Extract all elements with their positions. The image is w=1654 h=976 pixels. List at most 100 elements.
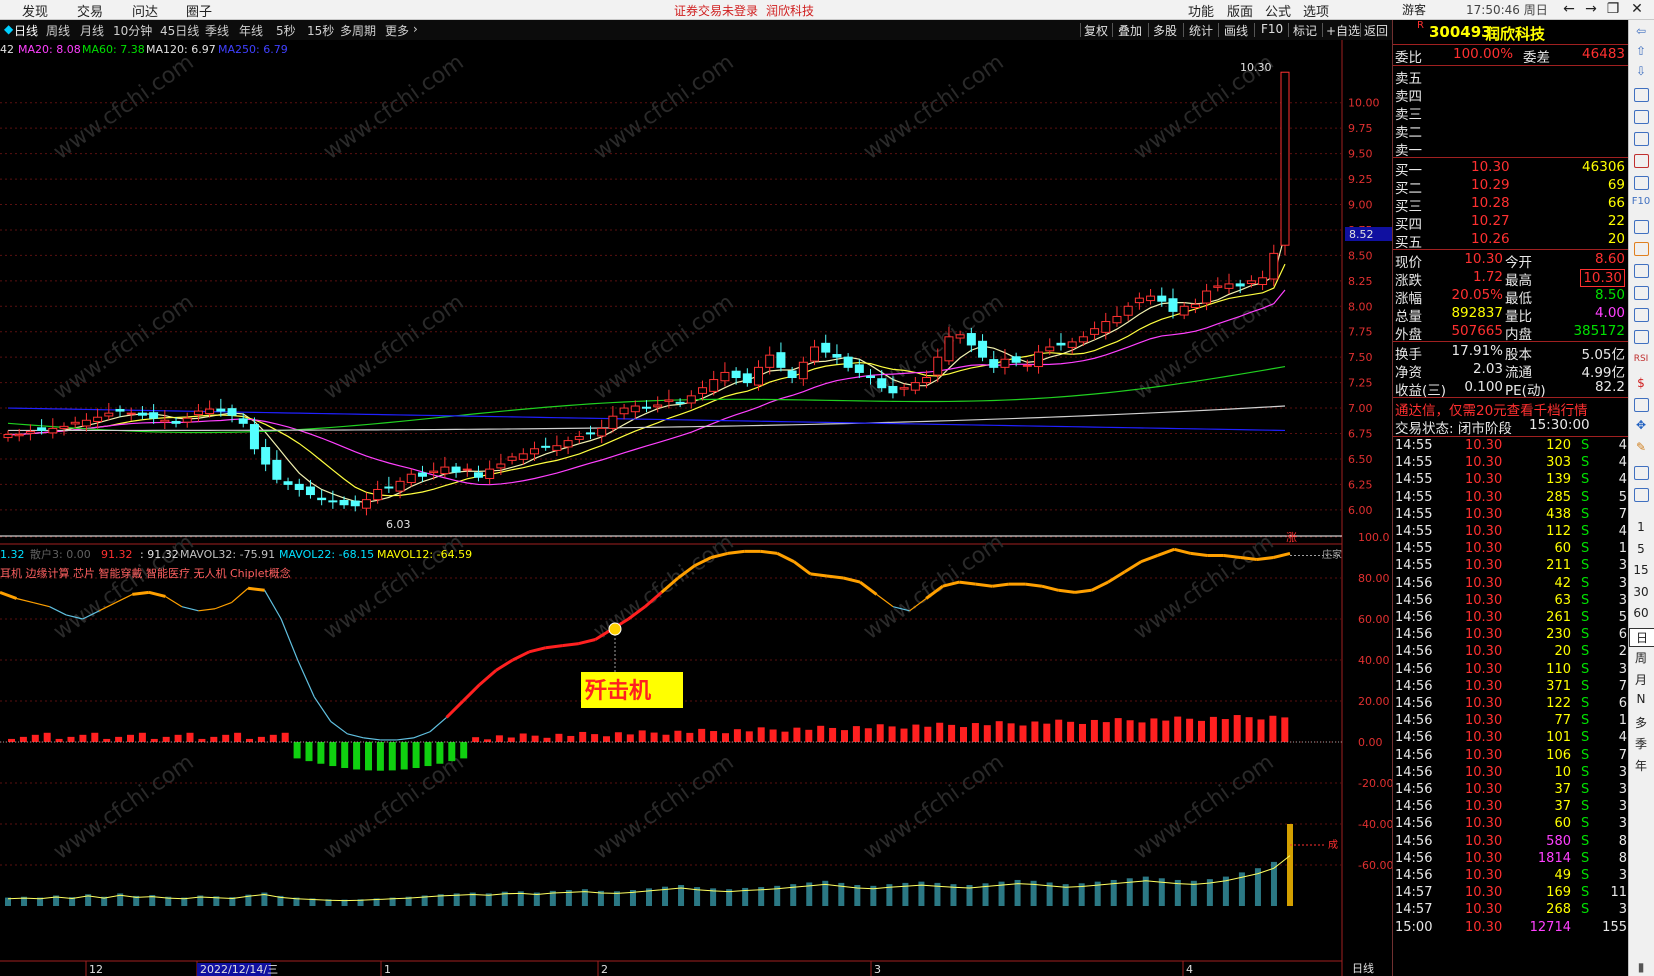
candle-body: [821, 342, 831, 353]
kline-chart[interactable]: www.cfchi.com www.cfchi.com www.cfchi.com w…: [0, 40, 1392, 976]
sidebar-period-8[interactable]: 周: [1629, 649, 1653, 666]
period-10min[interactable]: 10分钟: [113, 22, 152, 39]
hot-icon[interactable]: [1634, 242, 1649, 256]
indicator-bar: [317, 742, 325, 764]
list-icon[interactable]: [1634, 88, 1649, 102]
arrow-up-icon[interactable]: ⇧: [1629, 44, 1653, 58]
vol-legend-g: MAVOL12: -64.59: [377, 548, 472, 561]
bottom-period-label[interactable]: 日线: [1352, 961, 1374, 975]
menu-function[interactable]: 功能: [1188, 1, 1214, 20]
table-icon[interactable]: [1634, 110, 1649, 124]
sidebar-period-2[interactable]: 1: [1629, 520, 1653, 534]
forward-arrow-icon[interactable]: →: [1580, 0, 1602, 18]
arrow-down-icon[interactable]: ⇩: [1629, 64, 1653, 78]
calc-icon[interactable]: [1634, 286, 1649, 300]
sidebar-period-4[interactable]: 15: [1629, 563, 1653, 577]
sidebar-period-13[interactable]: 年: [1629, 757, 1653, 774]
stat-value: 4.00: [1594, 305, 1625, 321]
login-notice[interactable]: 证券交易未登录: [674, 2, 758, 19]
sidebar-period-9[interactable]: 月: [1629, 671, 1653, 688]
chart-icon[interactable]: [1634, 132, 1649, 146]
sidebar-period-12[interactable]: 季: [1629, 735, 1653, 752]
tick-count: 6: [1618, 696, 1627, 711]
sidebar-period-6[interactable]: 60: [1629, 606, 1653, 620]
tool-add-watchlist[interactable]: +自选: [1326, 22, 1360, 39]
sidebar-period-7[interactable]: 日: [1629, 627, 1654, 647]
menu-layout[interactable]: 版面: [1227, 1, 1253, 20]
indicator-bar: [1162, 720, 1170, 742]
grid-icon[interactable]: [1634, 398, 1649, 412]
candle-body: [272, 459, 282, 480]
user-label[interactable]: 游客: [1402, 1, 1426, 18]
period-daily[interactable]: 日线: [14, 22, 38, 39]
menu-discover[interactable]: 发现: [22, 1, 48, 20]
candle-body: [361, 499, 371, 509]
tool-adjust[interactable]: 复权: [1084, 22, 1108, 39]
close-window-icon[interactable]: ✕: [1626, 0, 1648, 18]
panel-icon[interactable]: [1634, 488, 1649, 502]
indicator-line-seg: [1256, 556, 1274, 562]
period-year[interactable]: 年线: [239, 22, 263, 39]
arrow-left-icon[interactable]: ⇦: [1629, 24, 1653, 38]
tool-f10[interactable]: F10: [1261, 22, 1283, 36]
period-5sec[interactable]: 5秒: [276, 22, 296, 39]
tick-price: 10.30: [1465, 764, 1503, 780]
ad-row[interactable]: 通达信，仅需20元查看千档行情: [1393, 399, 1629, 419]
news-icon[interactable]: [1634, 220, 1649, 234]
tick-time: 14:56: [1395, 575, 1433, 591]
chevron-right-icon[interactable]: ›: [413, 22, 418, 36]
period-15sec[interactable]: 15秒: [307, 22, 334, 39]
indicator-bar: [1102, 722, 1110, 742]
tool-multi-stock[interactable]: 多股: [1153, 22, 1177, 39]
restore-window-icon[interactable]: ❐: [1602, 0, 1624, 18]
tool-stats[interactable]: 统计: [1189, 22, 1213, 39]
tool-overlay[interactable]: 叠加: [1118, 22, 1142, 39]
doc-icon[interactable]: [1634, 176, 1649, 190]
indicator-bar: [495, 735, 503, 742]
zoom-icon[interactable]: [1634, 264, 1649, 278]
period-45day[interactable]: 45日线: [160, 22, 199, 39]
indicator-bar: [829, 727, 837, 742]
tick-volume: 580: [1546, 833, 1571, 849]
menu-circle[interactable]: 圈子: [186, 1, 212, 20]
sidebar-period-10[interactable]: N: [1629, 692, 1653, 706]
candle-body: [787, 370, 797, 379]
period-more[interactable]: 更多: [385, 22, 409, 39]
pencil-icon[interactable]: ✎: [1629, 440, 1653, 454]
period-quarter[interactable]: 季线: [205, 22, 229, 39]
candle-body: [664, 399, 674, 402]
scrollbar-handle[interactable]: ▮: [1629, 960, 1653, 974]
sidebar-rsi[interactable]: RSI: [1629, 354, 1653, 364]
period-weekly[interactable]: 周线: [46, 22, 70, 39]
fs-icon[interactable]: [1634, 466, 1649, 480]
dollar-icon[interactable]: $: [1629, 376, 1653, 390]
sidebar-period-11[interactable]: 多: [1629, 714, 1653, 731]
move-icon[interactable]: ✥: [1629, 418, 1653, 432]
candle-body: [1123, 305, 1133, 316]
tick-side: S: [1581, 902, 1590, 918]
back-arrow-icon[interactable]: ←: [1558, 0, 1580, 18]
candle-body: [810, 346, 820, 362]
kline-icon[interactable]: [1634, 154, 1649, 168]
period-multi[interactable]: 多周期: [340, 22, 376, 39]
ad-text[interactable]: 通达信，仅需20元查看千档行情: [1395, 399, 1588, 419]
menu-formula[interactable]: 公式: [1265, 1, 1291, 20]
sidebar-period-3[interactable]: 5: [1629, 542, 1653, 556]
candle-body: [115, 408, 125, 412]
tool-mark[interactable]: 标记: [1293, 22, 1317, 39]
sidebar-f10[interactable]: F10: [1629, 196, 1653, 207]
stat-row: 涨幅 20.05% 最低 8.50: [1393, 287, 1629, 307]
sidebar-period-5[interactable]: 30: [1629, 585, 1653, 599]
period-monthly[interactable]: 月线: [80, 22, 104, 39]
menu-options[interactable]: 选项: [1303, 1, 1329, 20]
candle-body: [574, 436, 584, 440]
menu-wenda[interactable]: 问达: [132, 1, 158, 20]
tick-count: 7: [1618, 678, 1627, 694]
circle-icon[interactable]: [1634, 308, 1649, 322]
trend-icon[interactable]: [1634, 330, 1649, 344]
menu-trade[interactable]: 交易: [77, 1, 103, 20]
stat-value: 5.05亿: [1581, 347, 1625, 363]
tool-back[interactable]: 返回: [1364, 22, 1388, 39]
bid-price: 10.26: [1471, 231, 1510, 247]
tool-draw[interactable]: 画线: [1224, 22, 1248, 39]
